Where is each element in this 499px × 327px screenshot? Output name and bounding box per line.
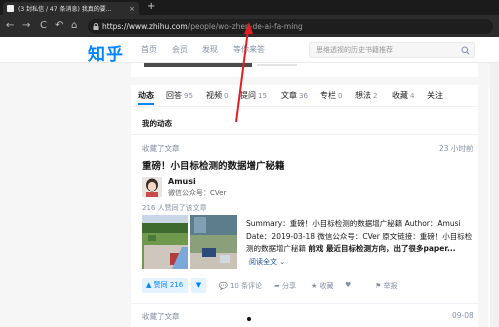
annotation-arrow <box>235 22 253 123</box>
